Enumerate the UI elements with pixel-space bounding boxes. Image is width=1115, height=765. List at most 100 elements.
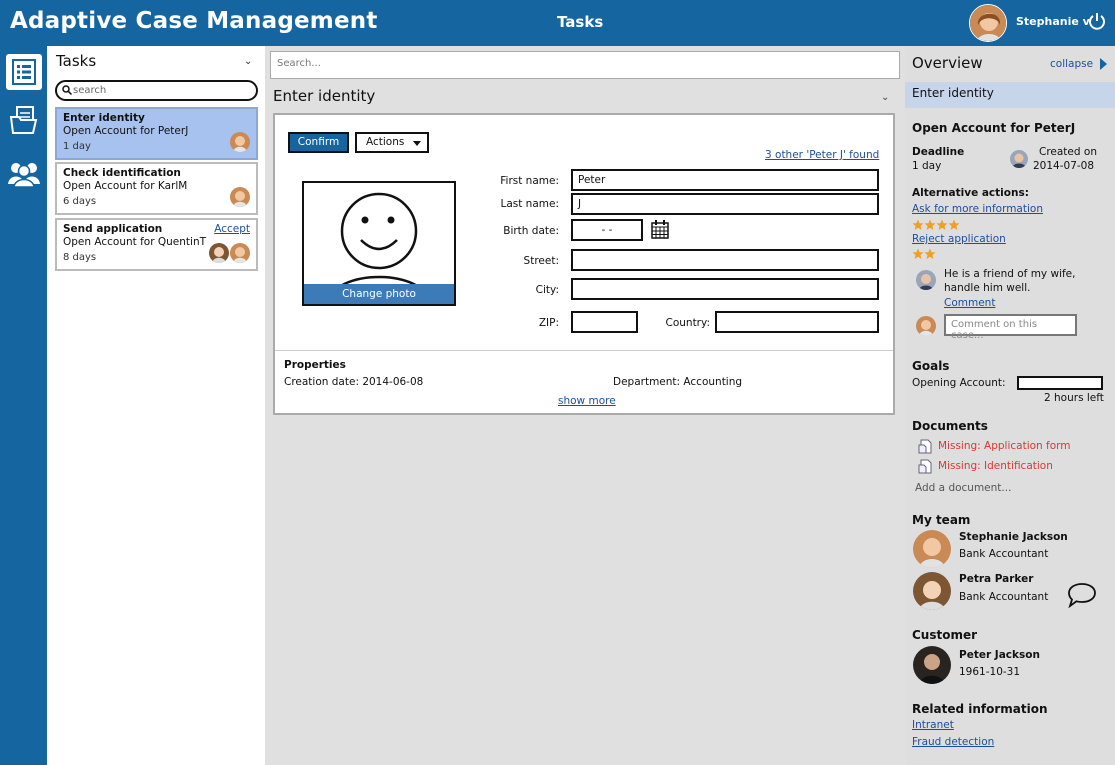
accept-link[interactable]: Accept [214,223,250,235]
team-member-name: Stephanie Jackson [959,531,1068,543]
photo-placeholder: Change photo [302,181,456,306]
goal-time-left: 2 hours left [1044,392,1104,404]
rating-stars [912,248,936,260]
document-missing-identification[interactable]: Missing: Identification [938,460,1053,472]
search-placeholder: Search... [277,58,321,69]
power-icon[interactable] [1087,11,1107,31]
street-label: Street: [523,255,559,267]
city-field[interactable] [571,278,879,300]
fraud-detection-link[interactable]: Fraud detection [912,736,994,748]
deadline-value: 1 day [912,160,942,172]
user-name[interactable]: Stephanie v [1016,15,1090,28]
task-name: Check identification [63,167,181,179]
app-title: Adaptive Case Management [10,8,378,34]
nav-rail [0,46,47,765]
chevron-down-icon[interactable]: ⌄ [244,56,252,67]
reject-application-link[interactable]: Reject application [912,233,1006,245]
search-icon [62,85,72,95]
user-avatar[interactable] [969,4,1007,42]
assignee-avatars [230,132,250,152]
comment-input[interactable]: Comment on this case... [944,314,1077,341]
team-member-avatar [913,572,951,610]
alternative-actions-label: Alternative actions: [912,187,1029,199]
creator-avatar [1010,150,1028,168]
goals-title: Goals [912,359,950,373]
street-field[interactable] [571,249,879,271]
document-icon [918,439,932,454]
ask-more-info-link[interactable]: Ask for more information [912,203,1043,215]
comment-link[interactable]: Comment [944,297,995,309]
customer-dob: 1961-10-31 [959,666,1021,678]
intranet-link[interactable]: Intranet [912,719,954,731]
last-name-field[interactable]: J [571,193,879,215]
task-case: Open Account for KarlM [63,180,188,192]
city-label: City: [535,284,559,296]
overview-panel: Overview collapse Enter identity Open Ac… [905,46,1115,765]
first-name-field[interactable]: Peter [571,169,879,191]
avatar [230,243,250,263]
document-missing-application-form[interactable]: Missing: Application form [938,440,1071,452]
task-search-input[interactable]: search [55,80,258,101]
change-photo-button[interactable]: Change photo [304,284,454,304]
task-card-check-identification[interactable]: Check identification Open Account for Ka… [55,162,258,215]
folder-icon[interactable] [6,102,42,138]
assignee-avatars [230,187,250,207]
related-info-title: Related information [912,702,1048,716]
department: Department: Accounting [613,376,743,388]
main-search-input[interactable]: Search... [270,51,900,79]
chevron-down-icon[interactable]: ⌄ [881,92,889,103]
team-member-avatar [913,530,951,568]
team-member-role: Bank Accountant [959,591,1049,603]
team-member-name: Petra Parker [959,573,1034,585]
birth-date-label: Birth date: [503,225,559,237]
birth-date-field[interactable]: - - [571,219,643,241]
avatar [230,187,250,207]
task-age: 6 days [63,196,97,207]
tasks-panel: Tasks ⌄ search Enter identity Open Accou… [47,46,265,765]
actions-dropdown[interactable]: Actions [355,132,429,153]
assignee-avatars [209,243,250,263]
duplicates-link[interactable]: 3 other 'Peter J' found [765,149,879,161]
customer-avatar [913,646,951,684]
calendar-icon[interactable] [650,219,670,239]
task-card-send-application[interactable]: Send application Open Account for Quenti… [55,218,258,271]
customer-title: Customer [912,628,978,642]
task-card-enter-identity[interactable]: Enter identity Open Account for PeterJ 1… [55,107,258,160]
chat-bubble-icon[interactable] [1067,582,1097,608]
main-content: Search... Enter identity ⌄ Confirm Actio… [265,46,905,765]
task-list-icon[interactable] [6,54,42,90]
confirm-button[interactable]: Confirm [288,132,349,153]
created-value: 2014-07-08 [1033,160,1095,172]
rating-stars [912,219,960,231]
tasks-title: Tasks [56,52,97,70]
collapse-arrow-icon[interactable] [1100,58,1107,70]
star-icon [948,219,960,230]
task-heading: Enter identity [273,87,376,105]
documents-title: Documents [912,419,988,433]
team-title: My team [912,513,971,527]
current-task: Enter identity [905,82,1115,108]
task-age: 1 day [63,141,91,152]
customer-name: Peter Jackson [959,649,1040,661]
case-title: Open Account for PeterJ [912,121,1076,135]
goal-progress-bar [1017,376,1103,390]
team-icon[interactable] [6,156,42,192]
country-label: Country: [665,317,711,329]
actions-label: Actions [366,136,405,148]
add-document-link[interactable]: Add a document... [915,482,1011,494]
star-icon [924,248,936,259]
country-field[interactable] [715,311,879,333]
search-placeholder: search [73,85,107,96]
overview-title: Overview [912,54,983,72]
star-icon [924,219,936,230]
last-name-label: Last name: [500,198,559,210]
collapse-link[interactable]: collapse [1050,58,1093,70]
comment-text-line-1: He is a friend of my wife, [944,268,1076,280]
properties-title: Properties [284,359,346,371]
task-name: Enter identity [63,112,145,124]
dropdown-arrow-icon [413,141,421,146]
top-bar: Adaptive Case Management Tasks Stephanie… [0,0,1115,46]
show-more-link[interactable]: show more [558,395,616,407]
created-label: Created on [1039,146,1097,158]
avatar [230,132,250,152]
